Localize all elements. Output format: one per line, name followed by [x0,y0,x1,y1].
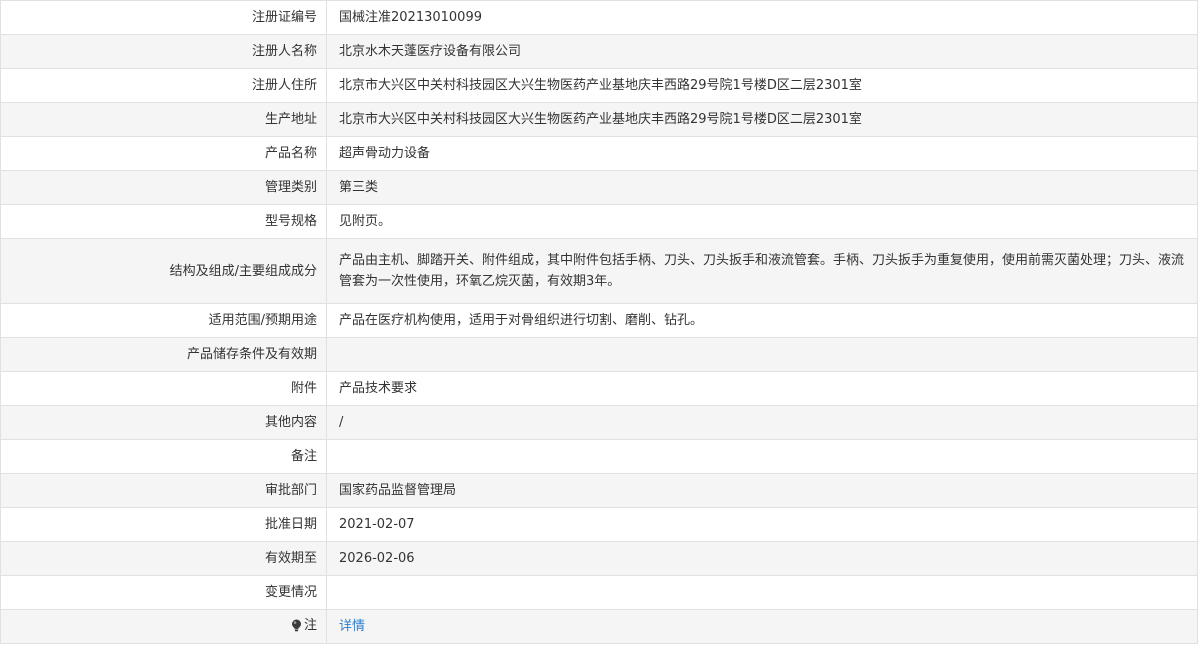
table-row: 注 详情 [0,609,1198,644]
table-row: 注册人名称 北京水木天蓬医疗设备有限公司 [0,34,1198,69]
table-row: 变更情况 [0,575,1198,610]
row-value-approval-department: 国家药品监督管理局 [326,473,1198,508]
row-value-product-name: 超声骨动力设备 [326,136,1198,171]
table-row: 其他内容 / [0,405,1198,440]
table-row: 适用范围/预期用途 产品在医疗机构使用，适用于对骨组织进行切割、磨削、钻孔。 [0,303,1198,338]
registration-detail-table: 注册证编号 国械注准20213010099 注册人名称 北京水木天蓬医疗设备有限… [0,0,1198,644]
row-value-other-content: / [326,405,1198,440]
row-value-change-history [326,575,1198,610]
row-label-attachment: 附件 [0,371,327,406]
row-value-valid-until: 2026-02-06 [326,541,1198,576]
table-row: 备注 [0,439,1198,474]
row-label-remarks: 备注 [0,439,327,474]
row-value-production-address: 北京市大兴区中关村科技园区大兴生物医药产业基地庆丰西路29号院1号楼D区二层23… [326,102,1198,137]
table-row: 附件 产品技术要求 [0,371,1198,406]
registration-detail: 注册证编号 国械注准20213010099 注册人名称 北京水木天蓬医疗设备有限… [0,0,1198,644]
row-label-model-spec: 型号规格 [0,204,327,239]
table-row: 产品储存条件及有效期 [0,337,1198,372]
table-row: 结构及组成/主要组成成分 产品由主机、脚踏开关、附件组成，其中附件包括手柄、刀头… [0,238,1198,304]
row-label-other-content: 其他内容 [0,405,327,440]
row-label-change-history: 变更情况 [0,575,327,610]
table-row: 审批部门 国家药品监督管理局 [0,473,1198,508]
table-row: 生产地址 北京市大兴区中关村科技园区大兴生物医药产业基地庆丰西路29号院1号楼D… [0,102,1198,137]
bulb-icon [291,619,301,631]
table-row: 有效期至 2026-02-06 [0,541,1198,576]
row-value-attachment: 产品技术要求 [326,371,1198,406]
table-row: 批准日期 2021-02-07 [0,507,1198,542]
row-value-model-spec: 见附页。 [326,204,1198,239]
table-row: 注册证编号 国械注准20213010099 [0,0,1198,35]
row-value-storage-validity [326,337,1198,372]
row-value-management-category: 第三类 [326,170,1198,205]
row-label-registration-number: 注册证编号 [0,0,327,35]
row-label-storage-validity: 产品储存条件及有效期 [0,337,327,372]
row-label-management-category: 管理类别 [0,170,327,205]
row-label-valid-until: 有效期至 [0,541,327,576]
row-value-registrant-name: 北京水木天蓬医疗设备有限公司 [326,34,1198,69]
row-label-registrant-address: 注册人住所 [0,68,327,103]
table-row: 注册人住所 北京市大兴区中关村科技园区大兴生物医药产业基地庆丰西路29号院1号楼… [0,68,1198,103]
row-value-note: 详情 [326,609,1198,644]
table-row: 型号规格 见附页。 [0,204,1198,239]
row-value-registrant-address: 北京市大兴区中关村科技园区大兴生物医药产业基地庆丰西路29号院1号楼D区二层23… [326,68,1198,103]
row-label-product-name: 产品名称 [0,136,327,171]
row-value-intended-use: 产品在医疗机构使用，适用于对骨组织进行切割、磨削、钻孔。 [326,303,1198,338]
table-row: 产品名称 超声骨动力设备 [0,136,1198,171]
note-label-group: 注 [291,617,317,634]
row-value-approval-date: 2021-02-07 [326,507,1198,542]
row-label-approval-date: 批准日期 [0,507,327,542]
row-label-production-address: 生产地址 [0,102,327,137]
row-label-intended-use: 适用范围/预期用途 [0,303,327,338]
row-value-registration-number: 国械注准20213010099 [326,0,1198,35]
row-label-approval-department: 审批部门 [0,473,327,508]
row-label-note: 注 [0,609,327,644]
row-value-remarks [326,439,1198,474]
table-row: 管理类别 第三类 [0,170,1198,205]
row-label-registrant-name: 注册人名称 [0,34,327,69]
details-link[interactable]: 详情 [339,619,365,634]
row-value-structure-composition: 产品由主机、脚踏开关、附件组成，其中附件包括手柄、刀头、刀头扳手和液流管套。手柄… [326,238,1198,304]
row-label-structure-composition: 结构及组成/主要组成成分 [0,238,327,304]
note-label-text: 注 [303,617,317,633]
